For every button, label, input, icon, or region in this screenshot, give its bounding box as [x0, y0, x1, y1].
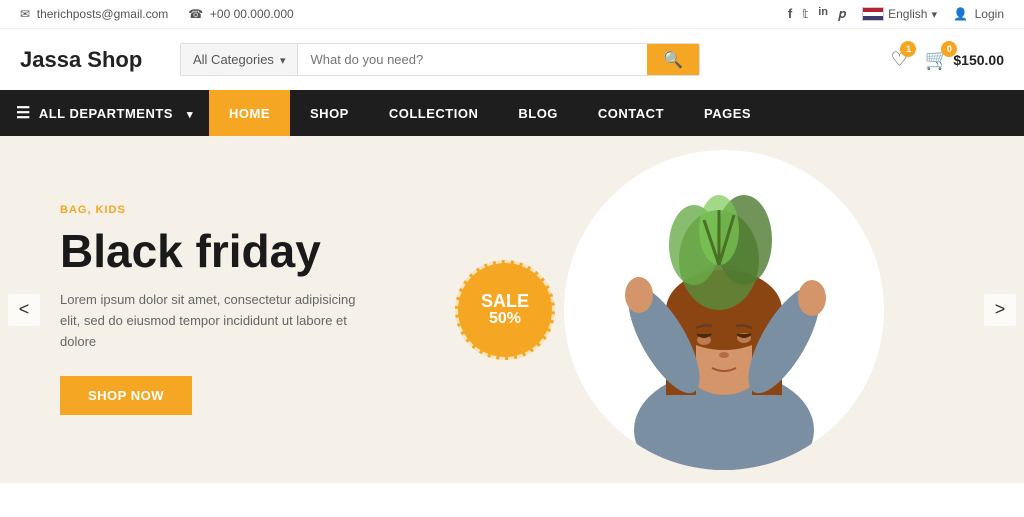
sale-text: SALE: [481, 292, 529, 310]
nav-item-blog[interactable]: BLOG: [498, 90, 578, 136]
facebook-icon[interactable]: f: [788, 6, 792, 22]
pinterest-icon[interactable]: 𝒑: [838, 6, 846, 22]
sale-badge: SALE 50%: [455, 260, 555, 360]
top-bar-left: therichposts@gmail.com +00 00.000.000: [20, 7, 294, 21]
hero-circle: [564, 150, 884, 470]
sale-percent: 50%: [489, 310, 521, 328]
phone-text: +00 00.000.000: [210, 7, 294, 21]
nav-collection-label: COLLECTION: [389, 106, 479, 121]
phone-icon: [188, 7, 203, 21]
header-actions: ♡ 1 🛒 0 $150.00: [891, 47, 1004, 72]
hero-image-svg: [564, 150, 884, 470]
nav-items: HOME SHOP COLLECTION BLOG CONTACT PAGES: [209, 90, 1024, 136]
cart-icon: 🛒 0: [924, 47, 949, 72]
header: Jassa Shop All Categories 🔍 ♡ 1 🛒 0 $150…: [0, 29, 1024, 90]
email-text: therichposts@gmail.com: [37, 7, 169, 21]
top-bar: therichposts@gmail.com +00 00.000.000 f …: [0, 0, 1024, 29]
departments-chevron: [187, 106, 193, 121]
search-icon: 🔍: [663, 52, 683, 69]
language-chevron: [931, 7, 937, 21]
nav-home-label: HOME: [229, 106, 270, 121]
hero-image-area: [484, 136, 964, 483]
next-slide-button[interactable]: >: [984, 294, 1016, 326]
hero-content: BAG, KIDS Black friday Lorem ipsum dolor…: [0, 204, 420, 416]
cart-price: $150.00: [953, 52, 1004, 68]
shop-now-button[interactable]: SHOP NOW: [60, 376, 192, 415]
nav-blog-label: BLOG: [518, 106, 558, 121]
hero-description: Lorem ipsum dolor sit amet, consectetur …: [60, 290, 360, 352]
language-selector[interactable]: English: [862, 7, 937, 21]
login-link[interactable]: 👤 Login: [953, 7, 1004, 21]
search-bar: All Categories 🔍: [180, 43, 700, 76]
flag-icon: [862, 7, 884, 21]
nav-contact-label: CONTACT: [598, 106, 664, 121]
nav-shop-label: SHOP: [310, 106, 349, 121]
menu-icon: ☰: [16, 103, 31, 123]
logo: Jassa Shop: [20, 47, 160, 73]
all-departments-menu[interactable]: ☰ ALL DEPARTMENTS: [0, 90, 209, 136]
top-bar-right: f 𝕥 in 𝒑 English 👤 Login: [788, 6, 1004, 22]
hero-title: Black friday: [60, 226, 360, 277]
search-button[interactable]: 🔍: [647, 44, 699, 75]
wishlist-badge: 1: [900, 41, 916, 57]
nav-item-pages[interactable]: PAGES: [684, 90, 771, 136]
hero-tag: BAG, KIDS: [60, 204, 360, 216]
social-icons: f 𝕥 in 𝒑: [788, 6, 846, 22]
nav-item-home[interactable]: HOME: [209, 90, 290, 136]
wishlist-button[interactable]: ♡ 1: [891, 47, 909, 72]
hero-section: < BAG, KIDS Black friday Lorem ipsum dol…: [0, 136, 1024, 483]
lang-login: English 👤 Login: [862, 7, 1004, 21]
departments-label: ALL DEPARTMENTS: [39, 106, 173, 121]
phone-contact: +00 00.000.000: [188, 7, 293, 21]
linkedin-icon[interactable]: in: [818, 6, 828, 22]
category-label: All Categories: [193, 52, 274, 67]
prev-arrow-icon: <: [19, 299, 30, 320]
twitter-icon[interactable]: 𝕥: [802, 6, 808, 22]
nav-item-collection[interactable]: COLLECTION: [369, 90, 499, 136]
category-chevron: [280, 52, 286, 67]
nav-pages-label: PAGES: [704, 106, 751, 121]
language-label: English: [888, 7, 927, 21]
nav-item-shop[interactable]: SHOP: [290, 90, 369, 136]
user-icon: 👤: [953, 7, 968, 21]
category-dropdown[interactable]: All Categories: [181, 44, 298, 75]
mail-icon: [20, 7, 30, 21]
next-arrow-icon: >: [995, 299, 1006, 320]
cart-button[interactable]: 🛒 0 $150.00: [924, 47, 1004, 72]
prev-slide-button[interactable]: <: [8, 294, 40, 326]
navbar: ☰ ALL DEPARTMENTS HOME SHOP COLLECTION B…: [0, 90, 1024, 136]
login-label: Login: [975, 7, 1004, 21]
nav-item-contact[interactable]: CONTACT: [578, 90, 684, 136]
search-input[interactable]: [298, 44, 647, 75]
email-contact: therichposts@gmail.com: [20, 7, 168, 21]
